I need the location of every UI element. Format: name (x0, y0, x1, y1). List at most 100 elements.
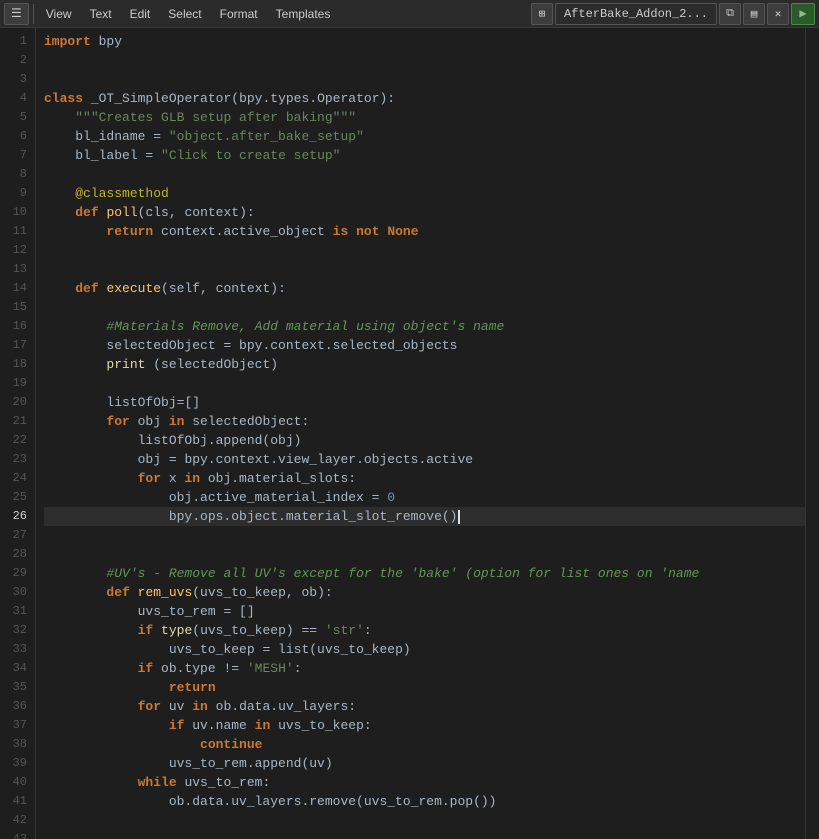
code-line-14: def execute(self, context): (44, 279, 805, 298)
toolbar-right: ⊞ AfterBake_Addon_2... ⧉ ▤ ✕ ▶ (531, 3, 815, 25)
line-num-35: 35 (4, 678, 27, 697)
code-line-16: #Materials Remove, Add material using ob… (44, 317, 805, 336)
code-editor[interactable]: import bpy class _OT_SimpleOperator(bpy.… (36, 28, 805, 839)
line-num-15: 15 (4, 298, 27, 317)
menu-templates[interactable]: Templates (268, 3, 339, 25)
line-num-11: 11 (4, 222, 27, 241)
line-num-40: 40 (4, 773, 27, 792)
line-num-3: 3 (4, 70, 27, 89)
code-container: 1 2 3 4 5 6 7 8 9 10 11 12 13 14 15 16 1… (0, 28, 819, 839)
line-num-29: 29 (4, 564, 27, 583)
menu-icon-button[interactable]: ☰ (4, 3, 29, 25)
code-line-25: obj.active_material_index = 0 (44, 488, 805, 507)
vertical-scrollbar[interactable] (805, 28, 819, 839)
menu-format[interactable]: Format (212, 3, 266, 25)
line-num-33: 33 (4, 640, 27, 659)
run-button[interactable]: ▶ (791, 3, 815, 25)
folder-icon: ▤ (751, 7, 758, 21)
toolbar-separator-1 (33, 4, 34, 24)
code-line-39: uvs_to_rem.append(uv) (44, 754, 805, 773)
toolbar: ☰ View Text Edit Select Format Templates… (0, 0, 819, 28)
line-num-18: 18 (4, 355, 27, 374)
code-line-7: bl_label = "Click to create setup" (44, 146, 805, 165)
line-num-14: 14 (4, 279, 27, 298)
line-num-22: 22 (4, 431, 27, 450)
code-line-36: for uv in ob.data.uv_layers: (44, 697, 805, 716)
line-num-39: 39 (4, 754, 27, 773)
menu-edit[interactable]: Edit (122, 3, 159, 25)
code-line-23: obj = bpy.context.view_layer.objects.act… (44, 450, 805, 469)
code-line-35: return (44, 678, 805, 697)
code-line-11: return context.active_object is not None (44, 222, 805, 241)
line-num-21: 21 (4, 412, 27, 431)
code-line-43 (44, 830, 805, 839)
code-line-41: ob.data.uv_layers.remove(uvs_to_rem.pop(… (44, 792, 805, 811)
line-num-23: 23 (4, 450, 27, 469)
line-num-4: 4 (4, 89, 27, 108)
line-num-31: 31 (4, 602, 27, 621)
code-line-15 (44, 298, 805, 317)
code-line-8 (44, 165, 805, 184)
line-num-26: 26 (4, 507, 27, 526)
line-num-2: 2 (4, 51, 27, 70)
code-line-37: if uv.name in uvs_to_keep: (44, 716, 805, 735)
code-line-19 (44, 374, 805, 393)
copy-button[interactable]: ⧉ (719, 3, 741, 25)
line-num-24: 24 (4, 469, 27, 488)
code-line-30: def rem_uvs(uvs_to_keep, ob): (44, 583, 805, 602)
copy-icon: ⧉ (726, 8, 734, 20)
line-num-6: 6 (4, 127, 27, 146)
code-line-20: listOfObj=[] (44, 393, 805, 412)
code-line-42 (44, 811, 805, 830)
line-num-28: 28 (4, 545, 27, 564)
line-num-20: 20 (4, 393, 27, 412)
code-line-12 (44, 241, 805, 260)
code-line-31: uvs_to_rem = [] (44, 602, 805, 621)
line-num-41: 41 (4, 792, 27, 811)
line-num-16: 16 (4, 317, 27, 336)
line-numbers: 1 2 3 4 5 6 7 8 9 10 11 12 13 14 15 16 1… (0, 28, 36, 839)
line-num-8: 8 (4, 165, 27, 184)
code-line-10: def poll(cls, context): (44, 203, 805, 222)
line-num-19: 19 (4, 374, 27, 393)
code-line-5: """Creates GLB setup after baking""" (44, 108, 805, 127)
line-num-17: 17 (4, 336, 27, 355)
close-icon: ✕ (775, 7, 782, 21)
line-num-36: 36 (4, 697, 27, 716)
code-line-26: bpy.ops.object.material_slot_remove() (44, 507, 805, 526)
code-line-6: bl_idname = "object.after_bake_setup" (44, 127, 805, 146)
code-line-9: @classmethod (44, 184, 805, 203)
line-num-12: 12 (4, 241, 27, 260)
code-line-32: if type(uvs_to_keep) == 'str': (44, 621, 805, 640)
code-line-1: import bpy (44, 32, 805, 51)
hamburger-icon: ☰ (11, 6, 22, 21)
line-num-13: 13 (4, 260, 27, 279)
code-line-21: for obj in selectedObject: (44, 412, 805, 431)
editor-type-icon: ⊞ (539, 7, 546, 21)
folder-button[interactable]: ▤ (743, 3, 765, 25)
code-line-38: continue (44, 735, 805, 754)
line-num-10: 10 (4, 203, 27, 222)
code-line-29: #UV's - Remove all UV's except for the '… (44, 564, 805, 583)
line-num-9: 9 (4, 184, 27, 203)
code-line-22: listOfObj.append(obj) (44, 431, 805, 450)
line-num-32: 32 (4, 621, 27, 640)
filename-display: AfterBake_Addon_2... (555, 3, 717, 25)
menu-select[interactable]: Select (160, 3, 209, 25)
line-num-1: 1 (4, 32, 27, 51)
menu-view[interactable]: View (38, 3, 80, 25)
close-file-button[interactable]: ✕ (767, 3, 789, 25)
code-line-4: class _OT_SimpleOperator(bpy.types.Opera… (44, 89, 805, 108)
line-num-43: 43 (4, 830, 27, 839)
line-num-5: 5 (4, 108, 27, 127)
menu-text[interactable]: Text (82, 3, 120, 25)
line-num-25: 25 (4, 488, 27, 507)
line-num-42: 42 (4, 811, 27, 830)
code-line-17: selectedObject = bpy.context.selected_ob… (44, 336, 805, 355)
line-num-27: 27 (4, 526, 27, 545)
code-line-24: for x in obj.material_slots: (44, 469, 805, 488)
code-line-33: uvs_to_keep = list(uvs_to_keep) (44, 640, 805, 659)
code-line-2 (44, 51, 805, 70)
editor-type-button[interactable]: ⊞ (531, 3, 553, 25)
code-line-40: while uvs_to_rem: (44, 773, 805, 792)
